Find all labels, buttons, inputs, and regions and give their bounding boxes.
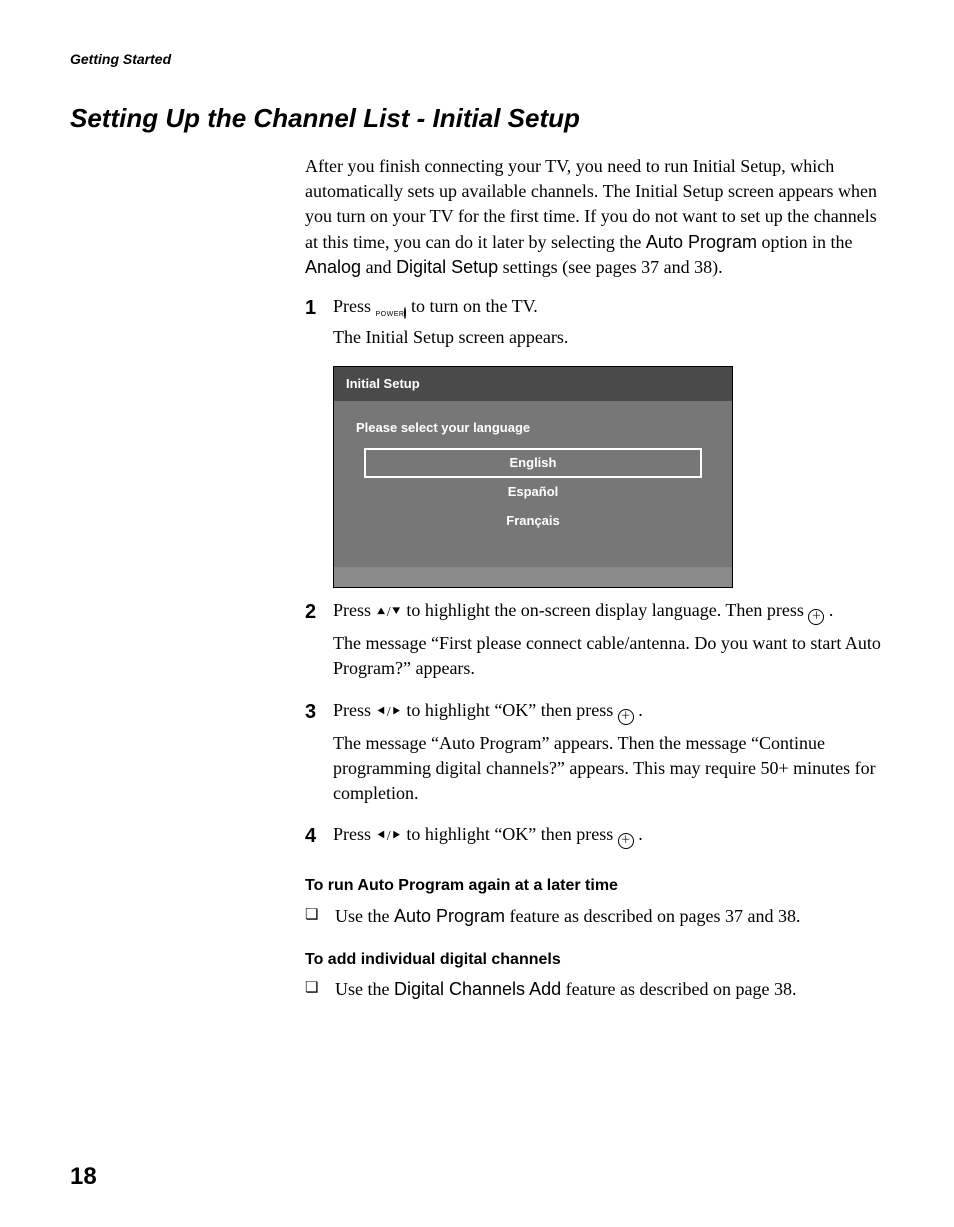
intro-text-4: settings (see pages 37 and 38).: [498, 257, 722, 277]
select-button-icon: ＋: [808, 609, 824, 625]
subA-feature: Auto Program: [394, 906, 505, 926]
subA-a: Use the: [335, 906, 394, 926]
step-2-line-2: The message “First please connect cable/…: [333, 631, 884, 681]
step-4-text-c: .: [634, 824, 643, 844]
power-button-icon: POWER: [376, 309, 407, 318]
tv-screen-mock: Initial Setup Please select your languag…: [333, 366, 733, 588]
step-1-text-a: Press: [333, 296, 376, 316]
arrow-right-icon: ⯈: [391, 706, 402, 720]
arrow-left-icon: ⯇: [376, 706, 387, 720]
tv-titlebar: Initial Setup: [334, 367, 732, 401]
checkbox-icon: ❏: [305, 904, 335, 925]
check-row-auto-program: ❏ Use the Auto Program feature as descri…: [305, 904, 884, 929]
arrow-left-icon: ⯇: [376, 830, 387, 844]
arrow-right-icon: ⯈: [391, 830, 402, 844]
tv-main-area: Please select your language English Espa…: [334, 401, 732, 567]
step-2-number: 2: [305, 598, 333, 626]
sub-head-digital-channels: To add individual digital channels: [305, 949, 884, 971]
running-head: Getting Started: [70, 50, 884, 70]
analog-label: Analog: [305, 257, 361, 277]
tv-option-francais: Français: [366, 508, 700, 534]
intro-text-3: and: [361, 257, 396, 277]
auto-program-label: Auto Program: [646, 232, 757, 252]
checkbox-icon: ❏: [305, 977, 335, 998]
step-4-number: 4: [305, 822, 333, 850]
subB-b: feature as described on page 38.: [561, 979, 796, 999]
step-3-text-b: to highlight “OK” then press: [402, 700, 618, 720]
digital-setup-label: Digital Setup: [396, 257, 498, 277]
tv-option-espanol: Español: [366, 479, 700, 505]
step-3-number: 3: [305, 698, 333, 726]
step-4-text-b: to highlight “OK” then press: [402, 824, 618, 844]
tv-options: English Español Français: [356, 450, 710, 535]
step-2-body: Press ⯅/⯆ to highlight the on-screen dis…: [333, 598, 884, 687]
step-3: 3 Press ⯇/⯈ to highlight “OK” then press…: [305, 698, 884, 813]
arrow-down-icon: ⯆: [391, 606, 402, 620]
tv-footer: [334, 567, 732, 587]
check-text-digital-channels: Use the Digital Channels Add feature as …: [335, 977, 797, 1002]
step-3-text-c: .: [634, 700, 643, 720]
step-3-body: Press ⯇/⯈ to highlight “OK” then press ＋…: [333, 698, 884, 813]
power-label: POWER: [376, 311, 405, 318]
step-1: 1 Press POWER to turn on the TV. The Ini…: [305, 294, 884, 356]
subB-a: Use the: [335, 979, 394, 999]
tv-option-english: English: [366, 450, 700, 476]
check-row-digital-channels: ❏ Use the Digital Channels Add feature a…: [305, 977, 884, 1002]
step-3-line-2: The message “Auto Program” appears. Then…: [333, 731, 884, 807]
step-4: 4 Press ⯇/⯈ to highlight “OK” then press…: [305, 822, 884, 855]
step-2-text-a: Press: [333, 600, 376, 620]
step-2-text-b: to highlight the on-screen display langu…: [402, 600, 809, 620]
select-button-icon: ＋: [618, 709, 634, 725]
step-1-body: Press POWER to turn on the TV. The Initi…: [333, 294, 884, 356]
step-3-text-a: Press: [333, 700, 376, 720]
step-4-text-a: Press: [333, 824, 376, 844]
step-4-body: Press ⯇/⯈ to highlight “OK” then press ＋…: [333, 822, 884, 855]
body-column: After you finish connecting your TV, you…: [305, 154, 884, 1002]
select-button-icon: ＋: [618, 833, 634, 849]
step-2: 2 Press ⯅/⯆ to highlight the on-screen d…: [305, 598, 884, 687]
step-1-text-b: to turn on the TV.: [411, 296, 538, 316]
arrow-up-icon: ⯅: [376, 606, 387, 620]
check-text-auto-program: Use the Auto Program feature as describe…: [335, 904, 800, 929]
intro-text-2: option in the: [757, 232, 853, 252]
page-number: 18: [70, 1160, 97, 1194]
subB-feature: Digital Channels Add: [394, 979, 561, 999]
step-1-line-2: The Initial Setup screen appears.: [333, 325, 884, 350]
step-2-text-c: .: [824, 600, 833, 620]
intro-paragraph: After you finish connecting your TV, you…: [305, 154, 884, 280]
step-1-number: 1: [305, 294, 333, 322]
page-title: Setting Up the Channel List - Initial Se…: [70, 100, 884, 136]
tv-prompt: Please select your language: [356, 419, 710, 437]
sub-head-auto-program: To run Auto Program again at a later tim…: [305, 875, 884, 897]
subA-b: feature as described on pages 37 and 38.: [505, 906, 800, 926]
power-circle-icon: [404, 307, 406, 319]
